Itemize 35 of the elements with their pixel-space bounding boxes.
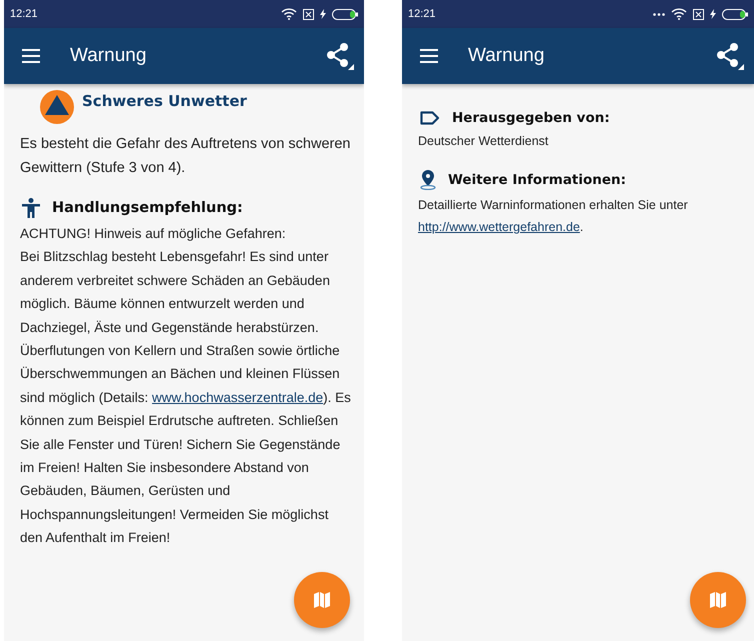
status-time: 12:21	[10, 8, 38, 20]
map-icon	[313, 591, 331, 609]
charging-icon	[710, 9, 716, 19]
more-icon	[653, 12, 665, 16]
wifi-icon	[281, 8, 297, 20]
map-icon	[709, 591, 727, 609]
sim-card-icon	[693, 8, 704, 20]
label-icon	[420, 111, 440, 125]
location-pin-icon	[420, 170, 436, 190]
link[interactable]: www.hochwasserzentrale.de	[152, 390, 324, 405]
app-bar-title: Warnung	[70, 45, 148, 67]
menu-icon[interactable]	[22, 49, 40, 63]
map-button[interactable]	[690, 572, 746, 628]
section-heading: Weitere Informationen:	[448, 172, 626, 188]
alert-title: Schweres Unwetter	[82, 92, 247, 112]
alert-description: Es besteht die Gefahr des Auftretens von schweren Gewittern (Stufe 3 von 4).	[20, 135, 352, 178]
share-icon[interactable]	[326, 42, 354, 70]
battery-icon	[722, 8, 748, 20]
status-time: 12:21	[408, 8, 436, 20]
sim-card-icon	[303, 8, 314, 20]
person-icon	[22, 198, 40, 218]
paragraph: Detaillierte Warninformationen erhalten Sie unter http://www.wettergefahren.de.	[418, 197, 689, 236]
share-icon[interactable]	[716, 42, 744, 70]
wifi-icon	[671, 8, 687, 20]
paragraph: Deutscher Wetterdienst	[418, 133, 550, 150]
paragraph: ACHTUNG! Hinweis auf mögliche Gefahren: Bei Blitzschlag besteht Lebensgefahr! Es sind unter anderem verbreitet schwere Schäden an Gebäuden möglich. Bäume können entwurzelt werden und Dachziegel, Äste und Gegenstände herabstürzen. Überflutungen von Kellern und Straßen sowie örtliche Überschwemmungen an Bächen und kleinen Flüssen sind möglich (Details: www.hochwasserzentrale.de). Es können zum Beispiel Erdrutsche auftreten. Schließen Sie alle Fenster und Türen! Sichern Sie Gegenstände im Freien! Halten Sie insbesondere Abstand von Gebäuden, Bäumen, Gerüsten und Hochspannungsleitungen! Vermeiden Sie möglichst den Aufenthalt im Freien!	[20, 225, 352, 548]
charging-icon	[320, 9, 326, 19]
battery-icon	[332, 8, 358, 20]
map-button[interactable]	[294, 572, 350, 628]
section-heading: Herausgegeben von:	[452, 110, 610, 126]
menu-icon[interactable]	[420, 49, 438, 63]
warning-icon	[40, 90, 74, 124]
app-bar-title: Warnung	[468, 45, 546, 67]
link[interactable]: http://www.wettergefahren.de	[418, 220, 580, 234]
section-heading: Handlungsempfehlung:	[52, 200, 243, 216]
